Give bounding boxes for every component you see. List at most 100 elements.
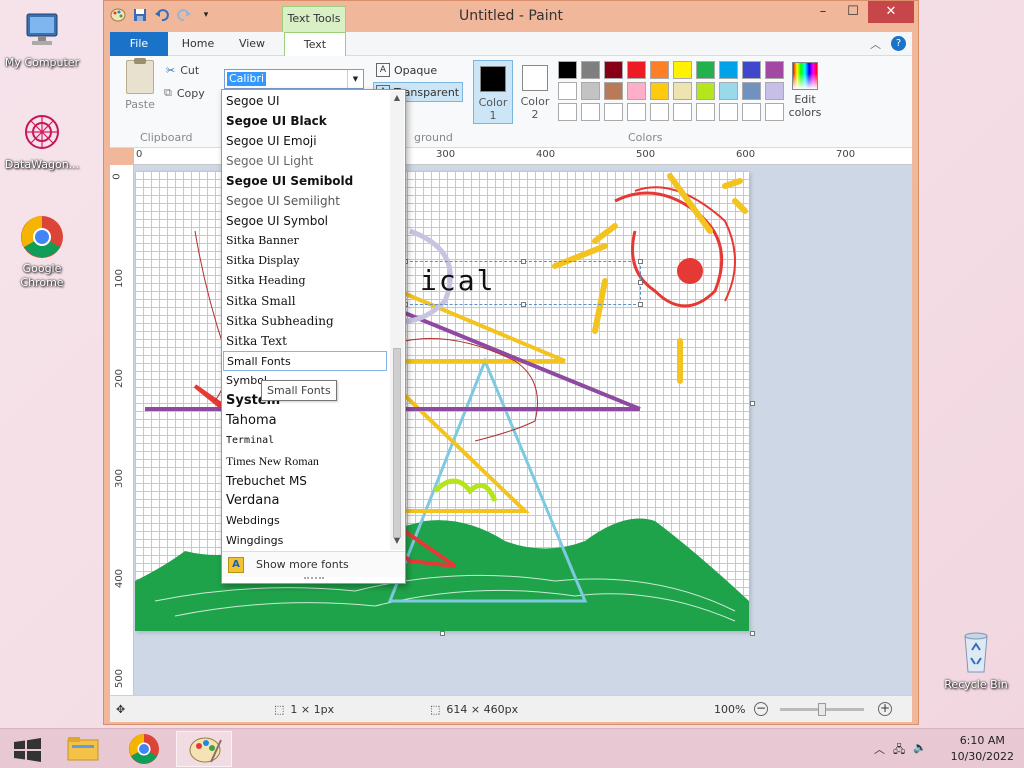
- palette-swatch[interactable]: [719, 103, 738, 121]
- palette-swatch[interactable]: [558, 61, 577, 79]
- canvas-resize-handle[interactable]: [440, 631, 445, 636]
- color1-button[interactable]: Color 1: [473, 60, 513, 124]
- font-list-item[interactable]: Tahoma: [226, 411, 388, 431]
- zoom-in-button[interactable]: +: [878, 702, 892, 716]
- font-list-item[interactable]: Sitka Display: [226, 251, 388, 271]
- resize-handle[interactable]: [521, 302, 526, 307]
- font-list-item[interactable]: Sitka Text: [226, 331, 388, 351]
- font-list-item[interactable]: Trebuchet MS: [226, 471, 388, 491]
- font-list-item[interactable]: Wingdings: [226, 531, 388, 551]
- palette-swatch[interactable]: [650, 61, 669, 79]
- palette-swatch[interactable]: [719, 61, 738, 79]
- palette-swatch[interactable]: [742, 61, 761, 79]
- resize-handle[interactable]: [638, 280, 643, 285]
- palette-swatch[interactable]: [558, 103, 577, 121]
- font-list-scrollbar[interactable]: ▲ ▼: [390, 91, 404, 550]
- font-list-item[interactable]: Segoe UI Light: [226, 151, 388, 171]
- text-entry-box[interactable]: ical: [403, 259, 643, 307]
- zoom-out-button[interactable]: −: [754, 702, 768, 716]
- color2-button[interactable]: Color 2: [515, 60, 555, 124]
- taskbar-paint[interactable]: [176, 731, 232, 767]
- tab-text[interactable]: Text: [284, 32, 346, 57]
- font-list-item[interactable]: Small Fonts: [223, 351, 387, 371]
- help-icon[interactable]: ?: [891, 36, 906, 51]
- palette-swatch[interactable]: [650, 82, 669, 100]
- palette-swatch[interactable]: [696, 103, 715, 121]
- desktop-icon-chrome[interactable]: Google Chrome: [0, 214, 84, 290]
- zoom-slider[interactable]: [780, 703, 864, 716]
- resize-handle[interactable]: [638, 259, 643, 264]
- show-more-fonts-button[interactable]: A Show more fonts: [222, 551, 405, 580]
- taskbar-file-explorer[interactable]: [56, 731, 112, 767]
- resize-grip[interactable]: [304, 577, 324, 580]
- title-bar: ▾ Text Tools Untitled - Paint – ☐ ✕: [104, 1, 918, 32]
- scrollbar-thumb[interactable]: [393, 348, 401, 538]
- scroll-down-icon[interactable]: ▼: [390, 536, 404, 548]
- font-list-item[interactable]: Sitka Banner: [226, 231, 388, 251]
- desktop-icon-label: My Computer: [4, 56, 80, 69]
- palette-swatch[interactable]: [558, 82, 577, 100]
- desktop-icon-datawagon[interactable]: DataWagon...: [0, 110, 84, 172]
- font-list-item[interactable]: Segoe UI Symbol: [226, 211, 388, 231]
- chevron-down-icon[interactable]: ▼: [347, 70, 363, 88]
- clock-date: 10/30/2022: [950, 750, 1014, 763]
- font-list-item[interactable]: Segoe UI Black: [226, 111, 388, 131]
- canvas-resize-handle[interactable]: [750, 631, 755, 636]
- font-list-item[interactable]: Segoe UI Semilight: [226, 191, 388, 211]
- zoom-slider-thumb[interactable]: [818, 703, 826, 716]
- font-family-combo[interactable]: Calibri ▼: [224, 69, 364, 89]
- opaque-button[interactable]: A Opaque: [376, 63, 437, 77]
- font-list-item[interactable]: Times New Roman: [226, 451, 388, 471]
- font-list-item[interactable]: Sitka Small: [226, 291, 388, 311]
- volume-icon[interactable]: 🔈: [913, 741, 927, 760]
- palette-swatch[interactable]: [673, 82, 692, 100]
- palette-swatch[interactable]: [604, 103, 623, 121]
- palette-swatch[interactable]: [742, 103, 761, 121]
- scroll-up-icon[interactable]: ▲: [390, 93, 404, 105]
- maximize-button[interactable]: ☐: [838, 1, 868, 23]
- tab-view[interactable]: View: [226, 32, 278, 56]
- palette-swatch[interactable]: [696, 82, 715, 100]
- show-hidden-icons-icon[interactable]: ︿: [874, 741, 885, 760]
- minimize-button[interactable]: –: [808, 1, 838, 23]
- desktop-icon-my-computer[interactable]: My Computer: [0, 8, 84, 70]
- palette-swatch[interactable]: [696, 61, 715, 79]
- font-list-item[interactable]: Sitka Subheading: [226, 311, 388, 331]
- resize-handle[interactable]: [521, 259, 526, 264]
- palette-swatch[interactable]: [627, 103, 646, 121]
- minimize-ribbon-icon[interactable]: ︿: [870, 36, 881, 52]
- network-icon[interactable]: 🖧: [893, 741, 905, 760]
- font-list-item[interactable]: Segoe UI Semibold: [226, 171, 388, 191]
- palette-swatch[interactable]: [581, 61, 600, 79]
- palette-swatch[interactable]: [673, 103, 692, 121]
- palette-swatch[interactable]: [604, 61, 623, 79]
- font-list-item[interactable]: Sitka Heading: [226, 271, 388, 291]
- tab-home[interactable]: Home: [170, 32, 226, 56]
- palette-swatch[interactable]: [604, 82, 623, 100]
- resize-handle[interactable]: [638, 302, 643, 307]
- palette-swatch[interactable]: [581, 103, 600, 121]
- taskbar-chrome[interactable]: [116, 731, 172, 767]
- clock[interactable]: 6:10 AM 10/30/2022: [951, 733, 1014, 765]
- close-button[interactable]: ✕: [868, 1, 914, 23]
- font-list-item[interactable]: Segoe UI Emoji: [226, 131, 388, 151]
- canvas-resize-handle[interactable]: [750, 401, 755, 406]
- palette-swatch[interactable]: [719, 82, 738, 100]
- edit-colors-button[interactable]: Edit colors: [782, 60, 828, 119]
- font-list-item[interactable]: Verdana: [226, 491, 388, 511]
- palette-swatch[interactable]: [581, 82, 600, 100]
- start-button[interactable]: [0, 731, 56, 767]
- copy-button[interactable]: ⧉ Copy: [164, 86, 205, 100]
- font-list-item[interactable]: Terminal: [226, 431, 388, 451]
- palette-swatch[interactable]: [742, 82, 761, 100]
- palette-swatch[interactable]: [627, 61, 646, 79]
- cut-button[interactable]: ✂ Cut: [166, 64, 199, 77]
- tab-file[interactable]: File: [110, 32, 168, 56]
- font-list-item[interactable]: Segoe UI: [226, 91, 388, 111]
- palette-swatch[interactable]: [650, 103, 669, 121]
- font-list-item[interactable]: Webdings: [226, 511, 388, 531]
- paste-button[interactable]: Paste: [122, 58, 158, 111]
- desktop-icon-recycle-bin[interactable]: Recycle Bin: [934, 630, 1018, 692]
- palette-swatch[interactable]: [627, 82, 646, 100]
- palette-swatch[interactable]: [673, 61, 692, 79]
